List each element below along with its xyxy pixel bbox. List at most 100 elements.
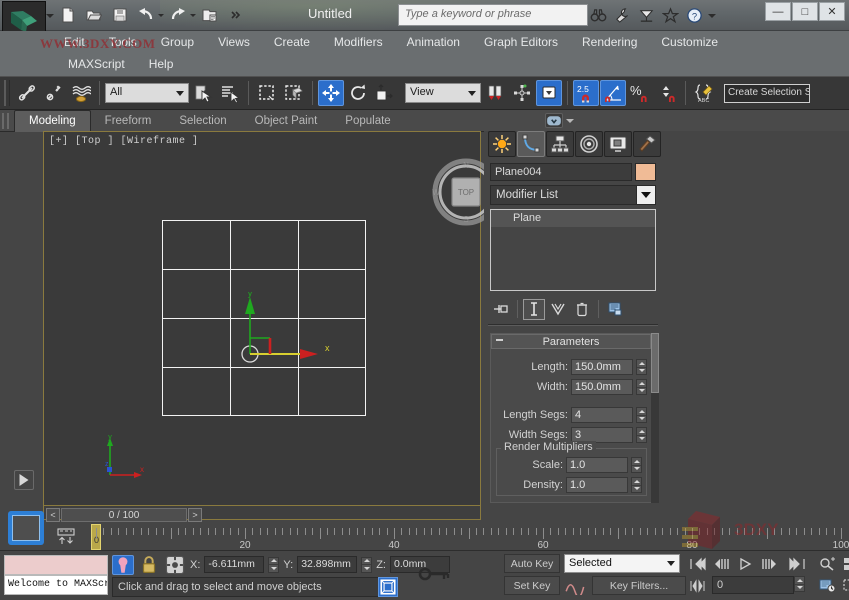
select-and-manipulate-button[interactable] [509,80,535,106]
go-to-end-button[interactable] [786,554,808,573]
ribbon-tab-selection[interactable]: Selection [165,110,240,132]
selection-filter-dropdown[interactable]: All [105,83,189,103]
menu-item-edit[interactable]: Edit [52,31,97,53]
help-button[interactable]: ? [684,6,704,26]
ribbon-tab-populate[interactable]: Populate [331,110,404,132]
go-to-start-button[interactable] [686,554,708,573]
remove-modifier-button[interactable] [571,299,593,320]
timeline-ruler[interactable]: 0 20406080100 [88,524,848,550]
set-key-toggle-button[interactable] [564,576,588,595]
menu-item-graph-editors[interactable]: Graph Editors [472,31,570,53]
parameters-rollout-header[interactable]: Parameters [491,334,651,349]
menu-item-views[interactable]: Views [206,31,262,53]
undo-dropdown-button[interactable] [160,3,164,27]
key-filters-button[interactable]: Key Filters... [592,576,686,595]
new-file-button[interactable] [56,3,80,27]
use-pivot-point-center-button[interactable] [482,80,508,106]
select-object-button[interactable] [190,80,216,106]
minimize-button[interactable]: — [765,2,791,21]
render-scale-field[interactable]: 1.0 [566,457,628,473]
ribbon-tab-object-paint[interactable]: Object Paint [241,110,332,132]
grid-toggle-button[interactable] [378,577,398,597]
spinner-snap-toggle-button[interactable] [654,80,680,106]
select-and-move-button[interactable] [318,80,344,106]
move-transform-gizmo[interactable]: y x [220,292,350,392]
menu-item-tools[interactable]: Tools [97,31,149,53]
display-tab[interactable] [604,131,632,157]
unlink-selection-button[interactable] [41,80,67,106]
menu-item-help[interactable]: Help [137,53,186,75]
wrench-button[interactable] [612,6,632,26]
open-file-button[interactable] [82,3,106,27]
render-density-spinner[interactable] [631,477,642,493]
ribbon-overflow-caret-icon[interactable] [566,119,574,123]
maxscript-listener-input[interactable]: Welcome to MAXScript. [4,575,108,595]
width-spinner[interactable] [636,379,647,395]
snaps-use-axis-constraints-button[interactable] [536,80,562,106]
hierarchy-tab[interactable] [546,131,574,157]
modifier-stack-item[interactable]: Plane [491,210,655,227]
toolbar-grip[interactable] [4,80,10,106]
menu-item-create[interactable]: Create [262,31,322,53]
next-frame-arrow-button[interactable]: > [188,508,202,522]
menu-item-rendering[interactable]: Rendering [570,31,649,53]
maxscript-mini-listener[interactable]: Welcome to MAXScript. [4,555,108,597]
window-crossing-toggle-button[interactable] [281,80,307,106]
viewport-top[interactable]: [+] [Top ] [Wireframe ] TOP N S W E [43,131,481,506]
menu-item-customize[interactable]: Customize [649,31,730,53]
set-project-folder-button[interactable] [198,3,222,27]
selection-lock-toggle-button[interactable] [112,555,134,575]
modifier-list-arrow-button[interactable] [636,186,655,204]
ribbon-grip[interactable] [2,113,9,129]
reference-coordinate-system-dropdown[interactable]: View [405,83,481,103]
time-configuration-button[interactable] [816,576,838,595]
current-frame-spinner[interactable] [794,576,805,592]
create-selection-set-input[interactable]: Create Selection Set [724,84,810,103]
menu-item-modifiers[interactable]: Modifiers [322,31,395,53]
menu-item-group[interactable]: Group [149,31,206,53]
render-scale-spinner[interactable] [631,457,642,473]
length-field[interactable]: 150.0mm [571,359,633,375]
length-segs-field[interactable]: 4 [571,407,633,423]
length-segs-spinner[interactable] [636,407,647,423]
help-dropdown-caret-icon[interactable] [708,14,716,18]
x-coordinate-spinner[interactable] [268,557,279,573]
modify-tab[interactable] [517,131,545,157]
render-density-field[interactable]: 1.0 [566,477,628,493]
width-field[interactable]: 150.0mm [571,379,633,395]
redo-dropdown-button[interactable] [192,3,196,27]
y-coordinate-field[interactable]: 32.898mm [297,556,357,573]
select-and-scale-button[interactable] [372,80,398,106]
zoom-all-button[interactable] [840,554,849,573]
pin-stack-button[interactable] [490,299,512,320]
lock-button[interactable] [138,555,160,575]
close-button[interactable]: ✕ [819,2,845,21]
x-coordinate-field[interactable]: -6.611mm [204,556,264,573]
set-key-mode-button[interactable] [55,527,77,545]
subscription-button[interactable] [636,6,656,26]
absolute-relative-toggle-button[interactable] [164,555,186,575]
previous-frame-button[interactable] [710,554,732,573]
search-input[interactable]: Type a keyword or phrase [398,4,588,26]
key-mode-toggle-button[interactable] [686,576,708,595]
play-animation-button[interactable] [734,554,756,573]
rectangular-selection-region-button[interactable] [254,80,280,106]
bind-to-space-warp-button[interactable] [68,80,94,106]
save-file-button[interactable] [108,3,132,27]
y-coordinate-spinner[interactable] [361,557,372,573]
utilities-tab[interactable] [633,131,661,157]
snaps-toggle-button[interactable]: 2.5 [573,80,599,106]
show-end-result-button[interactable] [523,299,545,320]
configure-modifier-sets-button[interactable] [604,299,626,320]
object-color-swatch[interactable] [635,163,656,181]
viewport-layout-flyout-button[interactable] [14,470,34,490]
object-name-input[interactable]: Plane004 [490,163,632,181]
make-unique-button[interactable] [547,299,569,320]
select-and-rotate-button[interactable] [345,80,371,106]
modifier-stack[interactable]: Plane [490,209,656,291]
key-scope-dropdown[interactable]: Selected [564,554,680,573]
next-frame-button[interactable] [758,554,780,573]
previous-frame-arrow-button[interactable]: < [46,508,60,522]
maximize-button[interactable]: □ [792,2,818,21]
angle-snap-toggle-button[interactable] [600,80,626,106]
